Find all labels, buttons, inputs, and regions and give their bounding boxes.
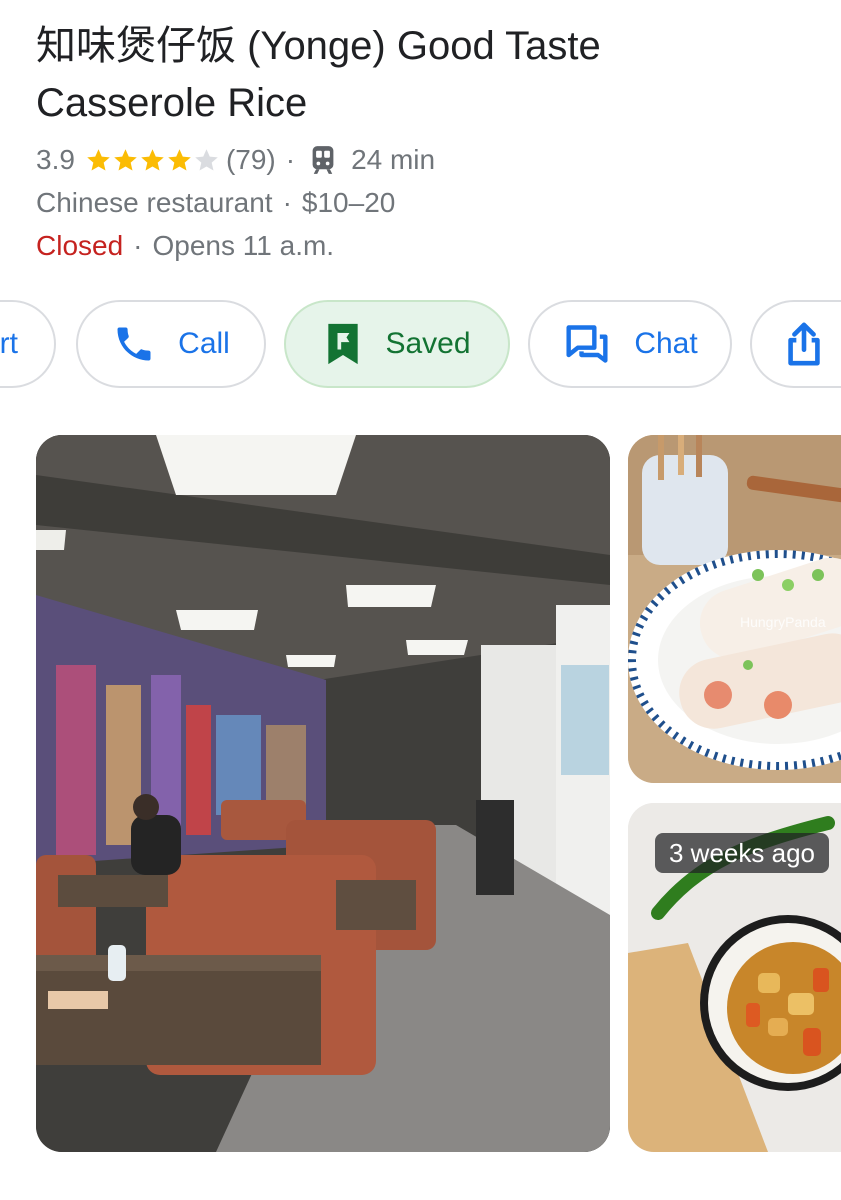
opening-time: Opens 11 a.m. [152, 230, 335, 261]
place-title: 知味煲仔饭 (Yonge) Good Taste Casserole Rice [36, 18, 816, 132]
travel-time: 24 min [351, 144, 436, 175]
rating-row: 3.9 (79) · 24 min [36, 140, 435, 180]
hours-row[interactable]: Closed · Opens 11 a.m. [36, 226, 334, 266]
category-row: Chinese restaurant · $10–20 [36, 183, 395, 223]
separator-dot: · [133, 230, 143, 261]
photo-age-badge: 3 weeks ago [655, 833, 829, 873]
phone-icon [117, 327, 151, 361]
share-button[interactable] [750, 300, 841, 388]
transit-icon [312, 146, 334, 174]
place-title-line-2: Casserole Rice [36, 81, 308, 125]
share-icon [788, 322, 820, 366]
star-rating [85, 147, 220, 174]
price-range: $10–20 [301, 187, 396, 218]
star-empty-icon [195, 148, 218, 171]
place-title-line-1: 知味煲仔饭 (Yonge) Good Taste [36, 24, 601, 68]
food-photo-curry-rice[interactable]: 3 weeks ago [628, 803, 841, 1152]
saved-label: Saved [385, 327, 471, 360]
star-icon [168, 148, 191, 171]
star-icon [141, 148, 164, 171]
star-icon [114, 148, 137, 171]
rating-value: 3.9 [36, 144, 75, 175]
separator-dot: · [285, 144, 296, 175]
call-label: Call [178, 327, 230, 360]
separator-dot: · [282, 187, 292, 218]
directions-label: rt [0, 327, 18, 360]
chat-button[interactable]: Chat [528, 300, 732, 388]
chat-icon [566, 325, 608, 363]
open-status: Closed [36, 230, 124, 261]
watermark-text: HungryPanda [740, 614, 826, 630]
category: Chinese restaurant [36, 187, 273, 218]
directions-button[interactable]: rt [0, 300, 56, 388]
review-count[interactable]: (79) [226, 144, 276, 176]
saved-flag-icon [328, 323, 359, 365]
saved-button[interactable]: Saved [284, 300, 510, 388]
food-photo-rice-rolls[interactable]: HungryPanda [628, 435, 841, 783]
interior-photo-illustration [36, 435, 610, 1152]
main-photo-restaurant-interior[interactable] [36, 435, 610, 1152]
call-button[interactable]: Call [76, 300, 266, 388]
star-icon [87, 148, 110, 171]
chat-label: Chat [634, 327, 698, 360]
rice-rolls-photo-illustration: HungryPanda [628, 435, 841, 783]
action-chips: rt Call Saved Chat [0, 300, 841, 390]
